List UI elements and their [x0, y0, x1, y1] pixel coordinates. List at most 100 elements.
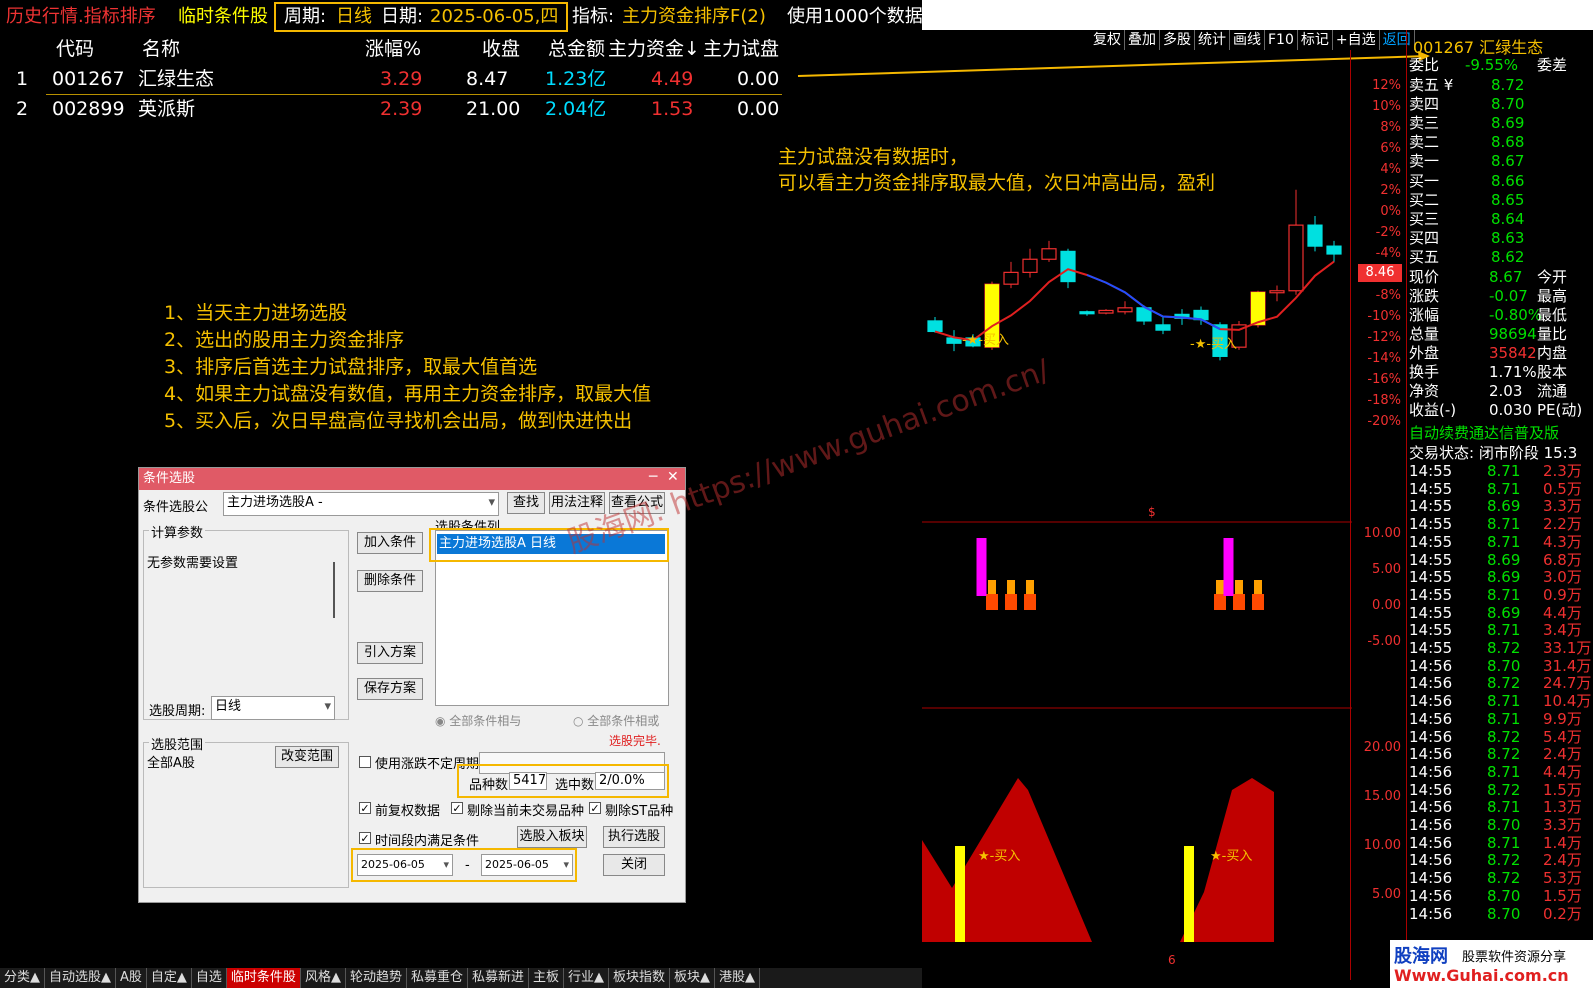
- tick-time: 14:55: [1409, 568, 1453, 587]
- sell-level-label: 卖四: [1409, 95, 1440, 113]
- exclude-untraded-checkbox[interactable]: ✓: [451, 802, 463, 814]
- uncertain-checkbox[interactable]: [359, 756, 371, 768]
- tab-item[interactable]: 港股▲: [715, 968, 761, 988]
- toolbar-multi[interactable]: 多股: [1160, 30, 1195, 50]
- axis-tick: 10.00: [1363, 838, 1401, 853]
- tick-volume: 9.9万: [1543, 709, 1582, 728]
- ad-text[interactable]: 自动续费通达信普及版: [1409, 422, 1559, 443]
- kline-chart[interactable]: $ -★-买入 -★-买入 ★-买入 ★-买入 6: [922, 50, 1352, 970]
- toolbar-add-watch[interactable]: +自选: [1333, 30, 1380, 50]
- webi-row: 委比 -9.55% 委差: [1407, 56, 1593, 74]
- sell-level-price: 8.72: [1491, 76, 1525, 94]
- tick-price: 8.71: [1487, 833, 1521, 852]
- minimize-icon[interactable]: ─: [649, 469, 657, 485]
- tick-price: 8.69: [1487, 568, 1521, 587]
- axis-tick: 5.00: [1372, 887, 1401, 902]
- tick-volume: 3.4万: [1543, 621, 1582, 640]
- buy-level-price: 8.66: [1491, 172, 1525, 190]
- tick-volume: 24.7万: [1543, 674, 1592, 693]
- date-from-input[interactable]: 2025-06-05 ▾: [357, 854, 453, 876]
- tick-time: 14:56: [1409, 851, 1453, 870]
- tick-volume: 1.3万: [1543, 798, 1582, 817]
- tab-item[interactable]: 自选: [192, 968, 227, 988]
- stat-value: 35842: [1489, 344, 1537, 362]
- tick-price: 8.72: [1487, 780, 1521, 799]
- tab-item[interactable]: 风格▲: [301, 968, 346, 988]
- import-plan-button[interactable]: 引入方案: [357, 642, 423, 664]
- weicha-label: 委差: [1537, 56, 1568, 74]
- buy-level-label: 买三: [1409, 210, 1440, 228]
- tick-volume: 1.4万: [1543, 833, 1582, 852]
- current-price-marker: 8.46: [1358, 264, 1402, 282]
- radio-or-label: 全部条件相或: [587, 714, 660, 728]
- formula-select[interactable]: 主力进场选股A - ▾: [223, 492, 499, 516]
- tick-price: 8.71: [1487, 621, 1521, 640]
- toolbar-overlay[interactable]: 叠加: [1125, 30, 1160, 50]
- candle: [1003, 261, 1019, 289]
- params-scrollbar[interactable]: [333, 562, 335, 618]
- date-to-input[interactable]: 2025-06-05 ▾: [481, 854, 573, 876]
- tick-volume: 4.3万: [1543, 532, 1582, 551]
- axis-tick: 12%: [1372, 78, 1401, 93]
- count-value: 5417: [509, 772, 547, 790]
- signal-bar: [955, 846, 965, 942]
- tick-price: 8.72: [1487, 851, 1521, 870]
- stat-value: -0.07: [1489, 287, 1528, 305]
- toolbar-draw[interactable]: 画线: [1230, 30, 1265, 50]
- tab-item[interactable]: 自动选股▲: [45, 968, 116, 988]
- candle: [1269, 285, 1285, 302]
- tick-time: 14:56: [1409, 798, 1453, 817]
- stat-right-label: 今开: [1537, 268, 1568, 286]
- tab-item[interactable]: 主板: [529, 968, 564, 988]
- change-range-button[interactable]: 改变范围: [275, 746, 339, 768]
- exclude-st-checkbox[interactable]: ✓: [589, 802, 601, 814]
- tick-volume: 1.5万: [1543, 886, 1582, 905]
- toolbar-stats[interactable]: 统计: [1195, 30, 1230, 50]
- tick-volume: 31.4万: [1543, 656, 1592, 675]
- buy-signal-label: -★-买入: [962, 333, 1009, 348]
- tab-item[interactable]: 行业▲: [564, 968, 609, 988]
- tab-item[interactable]: 板块指数: [609, 968, 671, 988]
- sell-level-label: 卖一: [1409, 152, 1440, 170]
- run-select-button[interactable]: 执行选股: [603, 826, 665, 848]
- tab-item[interactable]: 分类▲: [0, 968, 45, 988]
- delete-condition-button[interactable]: 删除条件: [357, 570, 423, 592]
- fund-bar: [1007, 580, 1015, 594]
- tab-item[interactable]: 私募新进: [468, 968, 529, 988]
- exclude-untraded-label: 剔除当前未交易品种: [467, 804, 585, 819]
- period-select[interactable]: 日线 ▾: [211, 696, 335, 720]
- tick-time: 14:55: [1409, 585, 1453, 604]
- tab-item[interactable]: A股: [116, 968, 147, 988]
- tick-price: 8.70: [1487, 904, 1521, 923]
- tab-item[interactable]: 私募重仓: [407, 968, 468, 988]
- add-condition-button[interactable]: 加入条件: [357, 532, 423, 554]
- tick-time: 14:56: [1409, 762, 1453, 781]
- date-separator: -: [465, 858, 470, 873]
- radio-or[interactable]: ○ 全部条件相或: [573, 712, 659, 729]
- add-to-block-button[interactable]: 选股入板块: [517, 826, 587, 848]
- axis-tick: 4%: [1380, 162, 1401, 177]
- close-button[interactable]: 关闭: [603, 854, 665, 876]
- toolbar-restore[interactable]: 复权: [1090, 30, 1125, 50]
- tab-item[interactable]: 自定▲: [147, 968, 192, 988]
- toolbar-f10[interactable]: F10: [1265, 30, 1298, 50]
- timerange-checkbox[interactable]: ✓: [359, 832, 371, 844]
- axis-tick: 8%: [1380, 120, 1401, 135]
- tab-item[interactable]: 板块▲: [670, 968, 716, 988]
- axis-tick: 2%: [1380, 183, 1401, 198]
- toolbar-mark[interactable]: 标记: [1298, 30, 1333, 50]
- find-button[interactable]: 查找: [507, 492, 545, 514]
- save-plan-button[interactable]: 保存方案: [357, 678, 423, 700]
- tab-item[interactable]: 临时条件股: [226, 968, 301, 988]
- adjust-checkbox[interactable]: ✓: [359, 802, 371, 814]
- formula-label: 条件选股公: [143, 500, 209, 515]
- quote-header[interactable]: 001267 汇绿生态: [1413, 34, 1543, 58]
- radio-and[interactable]: ◉ 全部条件相与: [435, 712, 521, 729]
- instruction-step: 1、当天主力进场选股: [164, 302, 348, 324]
- stat-label: 总量: [1409, 325, 1440, 343]
- tick-time: 14:56: [1409, 709, 1453, 728]
- tick-volume: 33.1万: [1543, 639, 1592, 657]
- tab-item[interactable]: 轮动趋势: [346, 968, 407, 988]
- tick-price: 8.72: [1487, 745, 1521, 764]
- tick-price: 8.72: [1487, 639, 1521, 657]
